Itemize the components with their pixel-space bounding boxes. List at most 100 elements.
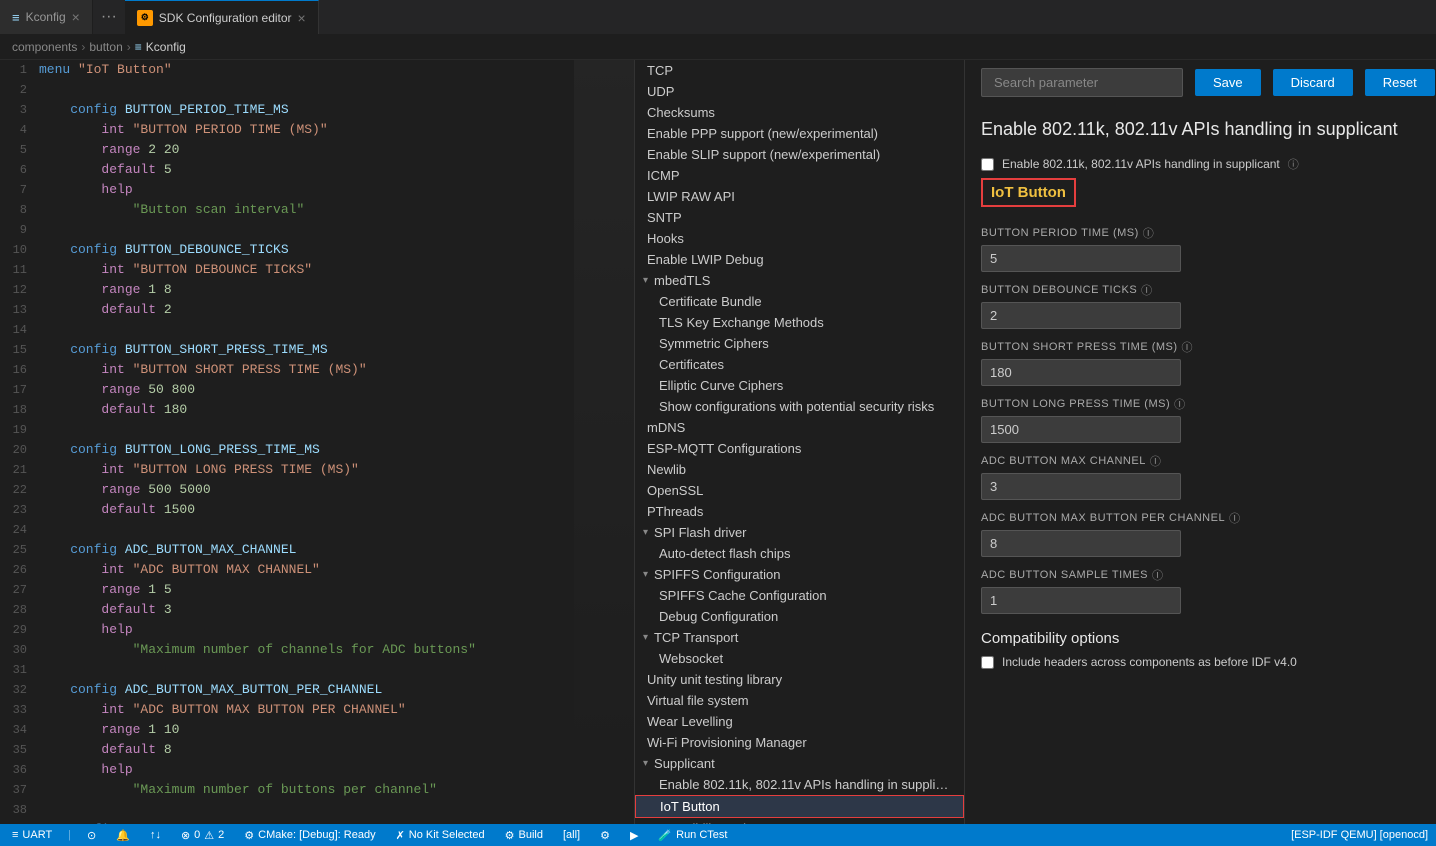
line-code: help [35,620,634,639]
breadcrumb-kconfig: Kconfig [146,40,186,54]
sdk-nav-item[interactable]: TLS Key Exchange Methods [635,312,964,333]
status-uart[interactable]: ≡ UART [8,829,56,841]
nav-item-label: Wear Levelling [647,714,733,729]
sdk-nav-item[interactable]: ESP-MQTT Configurations [635,438,964,459]
sdk-nav-item[interactable]: Debug Configuration [635,606,964,627]
sdk-nav-item[interactable]: Enable LWIP Debug [635,249,964,270]
info-icon[interactable]: ⓘ [1143,225,1155,241]
status-run[interactable]: ▶ [626,829,642,842]
breadcrumb-button[interactable]: button [89,40,122,54]
tab-kconfig[interactable]: ≡ Kconfig × [0,0,93,34]
info-icon[interactable]: ⓘ [1150,453,1162,469]
line-number: 16 [0,361,35,380]
sdk-nav-item[interactable]: Symmetric Ciphers [635,333,964,354]
info-icon[interactable]: ⓘ [1182,339,1194,355]
search-input[interactable] [981,68,1183,97]
info-icon[interactable]: ⓘ [1152,567,1164,583]
editor-line-36: 36 help [0,760,634,780]
sdk-nav-item[interactable]: IoT Button [635,795,964,818]
line-number: 30 [0,641,35,660]
config-field-input[interactable] [981,302,1181,329]
sdk-nav-item[interactable]: Hooks [635,228,964,249]
sdk-nav-item[interactable]: PThreads [635,501,964,522]
sdk-nav-item[interactable]: Enable PPP support (new/experimental) [635,123,964,144]
status-build[interactable]: ⚙ Build [501,829,547,842]
sdk-nav[interactable]: TCPUDPChecksumsEnable PPP support (new/e… [635,60,965,824]
nav-item-label: ICMP [647,168,680,183]
status-ctest[interactable]: 🧪 Run CTest [654,829,731,842]
status-settings[interactable]: ⚙ [596,829,614,842]
nav-item-label: TLS Key Exchange Methods [659,315,824,330]
config-field-input[interactable] [981,530,1181,557]
editor-line-6: 6 default 5 [0,160,634,180]
sdk-nav-item[interactable]: ▾SPI Flash driver [635,522,964,543]
config-field-input[interactable] [981,416,1181,443]
editor-line-11: 11 int "BUTTON DEBOUNCE TICKS" [0,260,634,280]
sdk-nav-item[interactable]: Checksums [635,102,964,123]
line-number: 39 [0,821,35,824]
sdk-nav-item[interactable]: Certificate Bundle [635,291,964,312]
save-button[interactable]: Save [1195,69,1261,96]
editor-line-16: 16 int "BUTTON SHORT PRESS TIME (MS)" [0,360,634,380]
sdk-nav-item[interactable]: UDP [635,81,964,102]
breadcrumb-components[interactable]: components [12,40,77,54]
line-code: default 2 [35,300,634,319]
status-arrows[interactable]: ↑↓ [146,829,165,841]
enable-checkbox[interactable] [981,158,994,171]
sdk-nav-item[interactable]: Wi-Fi Provisioning Manager [635,732,964,753]
sdk-nav-item[interactable]: Unity unit testing library [635,669,964,690]
sdk-nav-item[interactable]: Newlib [635,459,964,480]
sdk-nav-item[interactable]: Auto-detect flash chips [635,543,964,564]
editor-line-25: 25 config ADC_BUTTON_MAX_CHANNEL [0,540,634,560]
info-icon[interactable]: ⓘ [1141,282,1153,298]
sdk-nav-item[interactable]: Wear Levelling [635,711,964,732]
sdk-nav-item[interactable]: Certificates [635,354,964,375]
sdk-nav-item[interactable]: Elliptic Curve Ciphers [635,375,964,396]
sdk-nav-item[interactable]: SNTP [635,207,964,228]
sdk-nav-item[interactable]: ▾TCP Transport [635,627,964,648]
sdk-nav-item[interactable]: Enable SLIP support (new/experimental) [635,144,964,165]
nav-item-label: Virtual file system [647,693,749,708]
sdk-nav-item[interactable]: ▾SPIFFS Configuration [635,564,964,585]
info-icon[interactable]: ⓘ [1229,510,1241,526]
tab-more-button[interactable]: ··· [93,0,125,34]
sdk-nav-item[interactable]: Enable 802.11k, 802.11v APIs handling in… [635,774,964,795]
sdk-nav-item[interactable]: Virtual file system [635,690,964,711]
editor-line-30: 30 "Maximum number of channels for ADC b… [0,640,634,660]
discard-button[interactable]: Discard [1273,69,1353,96]
sdk-nav-item[interactable]: OpenSSL [635,480,964,501]
config-field-label: ADC BUTTON MAX BUTTON PER CHANNELⓘ [981,510,1420,526]
sdk-nav-item[interactable]: TCP [635,60,964,81]
config-field-input[interactable] [981,587,1181,614]
sdk-nav-item[interactable]: SPIFFS Cache Configuration [635,585,964,606]
status-cmake[interactable]: ⚙ CMake: [Debug]: Ready [240,829,379,842]
info-icon[interactable]: ⓘ [1174,396,1186,412]
compat-checkbox[interactable] [981,656,994,669]
line-code [35,420,634,439]
line-number: 36 [0,761,35,780]
sdk-nav-item[interactable]: Websocket [635,648,964,669]
nav-item-label: Certificate Bundle [659,294,762,309]
tab-sdk[interactable]: ⚙ SDK Configuration editor × [125,0,319,34]
line-code: "Button scan interval" [35,200,634,219]
status-kit[interactable]: ✗ No Kit Selected [392,829,489,842]
enable-checkbox-label: Enable 802.11k, 802.11v APIs handling in… [1002,157,1280,171]
enable-info-icon[interactable]: ⓘ [1288,156,1299,172]
sdk-nav-item[interactable]: mDNS [635,417,964,438]
status-bell[interactable]: 🔔 [112,829,134,842]
tab-kconfig-close[interactable]: × [72,9,80,25]
config-field-input[interactable] [981,473,1181,500]
tab-sdk-close[interactable]: × [298,10,306,26]
sdk-nav-item[interactable]: Show configurations with potential secur… [635,396,964,417]
sdk-nav-item[interactable]: ICMP [635,165,964,186]
status-all[interactable]: [all] [559,829,584,841]
config-field-input[interactable] [981,245,1181,272]
sdk-nav-item[interactable]: LWIP RAW API [635,186,964,207]
line-number: 23 [0,501,35,520]
sdk-nav-item[interactable]: ▾Supplicant [635,753,964,774]
config-field-input[interactable] [981,359,1181,386]
sdk-nav-item[interactable]: ▾mbedTLS [635,270,964,291]
status-errors[interactable]: ⊗ 0 ⚠ 2 [177,829,228,842]
status-dot[interactable]: ⊙ [83,829,100,842]
reset-button[interactable]: Reset [1365,69,1435,96]
